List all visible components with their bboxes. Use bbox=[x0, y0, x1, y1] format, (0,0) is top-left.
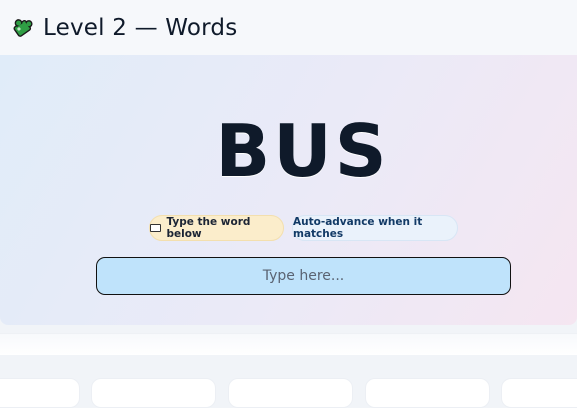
word-card[interactable] bbox=[0, 378, 80, 408]
word-input[interactable] bbox=[96, 257, 511, 295]
header: Level 2 — Words bbox=[0, 0, 577, 55]
auto-advance-label: Auto-advance when it matches bbox=[293, 216, 423, 240]
hint-label: Type the word below bbox=[166, 216, 251, 240]
word-card[interactable] bbox=[91, 378, 216, 408]
divider-strip bbox=[0, 333, 577, 355]
page-title: Level 2 — Words bbox=[43, 14, 238, 41]
word-panel: BUS Type the word below Auto-advance whe… bbox=[0, 55, 577, 325]
target-word: BUS bbox=[215, 109, 390, 193]
puzzle-piece-icon bbox=[9, 15, 35, 41]
word-card[interactable] bbox=[228, 378, 353, 408]
word-card[interactable] bbox=[501, 378, 577, 408]
auto-advance-badge: Auto-advance when it matches bbox=[292, 215, 458, 241]
keyboard-icon bbox=[150, 224, 162, 232]
hint-badge: Type the word below bbox=[149, 215, 284, 241]
word-card[interactable] bbox=[365, 378, 490, 408]
